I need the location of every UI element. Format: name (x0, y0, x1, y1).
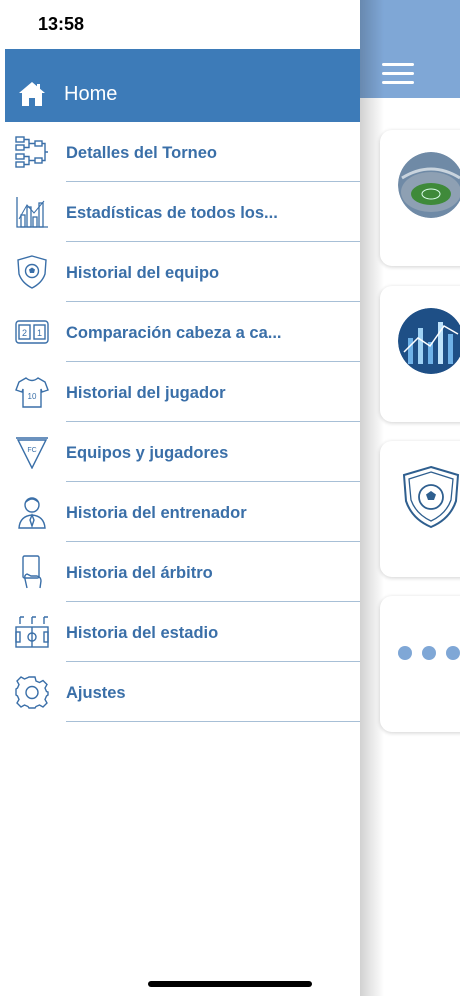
menu-item-comparacion[interactable]: 2 1 Comparación cabeza a ca... (5, 302, 360, 362)
menu-item-label: Detalles del Torneo (66, 144, 217, 162)
svg-text:2: 2 (22, 328, 27, 338)
stadium-image (398, 152, 460, 218)
menu-item-label: Equipos y jugadores (66, 444, 229, 462)
more-dots-icon (398, 646, 460, 660)
drawer-home-label: Home (64, 83, 118, 105)
hamburger-menu-icon[interactable] (382, 63, 414, 85)
menu-item-label: Historial del jugador (66, 384, 226, 402)
stadium-card[interactable] (380, 130, 460, 266)
field-icon (15, 616, 49, 648)
shield-ball-icon (17, 255, 47, 289)
pennant-icon: FC (16, 437, 48, 469)
menu-item-label: Historia del árbitro (66, 564, 213, 582)
svg-text:1: 1 (37, 328, 42, 338)
menu-item-historia-del-arbitro[interactable]: Historia del árbitro (5, 542, 360, 602)
menu-item-label: Historia del entrenador (66, 504, 247, 522)
divider (66, 721, 360, 722)
statistics-image (398, 308, 460, 374)
coach-icon (18, 497, 46, 529)
statistics-card[interactable] (380, 286, 460, 422)
home-indicator (148, 981, 312, 987)
jersey-icon: 10 (15, 377, 49, 408)
gear-icon (15, 676, 49, 709)
drawer-menu-list: Detalles del Torneo Estadísticas de todo… (5, 122, 360, 722)
bar-chart-icon (16, 197, 48, 228)
menu-item-historia-del-entrenador[interactable]: Historia del entrenador (5, 482, 360, 542)
menu-item-label: Estadísticas de todos los... (66, 204, 278, 222)
shield-ball-icon (398, 463, 460, 529)
team-card[interactable] (380, 441, 460, 577)
menu-item-label: Comparación cabeza a ca... (66, 324, 282, 342)
bracket-icon (15, 136, 48, 168)
menu-item-ajustes[interactable]: Ajustes (5, 662, 360, 722)
menu-item-historial-del-equipo[interactable]: Historial del equipo (5, 242, 360, 302)
home-icon (19, 82, 45, 106)
status-time: 13:58 (38, 14, 85, 34)
navigation-drawer: Home Detalles del Torneo Estadísticas de… (5, 48, 360, 996)
menu-item-historial-del-jugador[interactable]: 10 Historial del jugador (5, 362, 360, 422)
menu-item-equipos-y-jugadores[interactable]: FC Equipos y jugadores (5, 422, 360, 482)
menu-item-estadisticas[interactable]: Estadísticas de todos los... (5, 182, 360, 242)
referee-card-icon (22, 555, 42, 589)
menu-item-label: Historia del estadio (66, 624, 219, 642)
svg-text:FC: FC (27, 447, 36, 454)
scoreboard-icon: 2 1 (15, 320, 49, 344)
drawer-home-item[interactable]: Home (5, 49, 360, 122)
menu-item-label: Historial del equipo (66, 264, 220, 282)
svg-text:10: 10 (28, 392, 37, 401)
menu-item-detalles-del-torneo[interactable]: Detalles del Torneo (5, 122, 360, 182)
menu-item-historia-del-estadio[interactable]: Historia del estadio (5, 602, 360, 662)
more-card[interactable] (380, 596, 460, 732)
menu-item-label: Ajustes (66, 684, 126, 702)
